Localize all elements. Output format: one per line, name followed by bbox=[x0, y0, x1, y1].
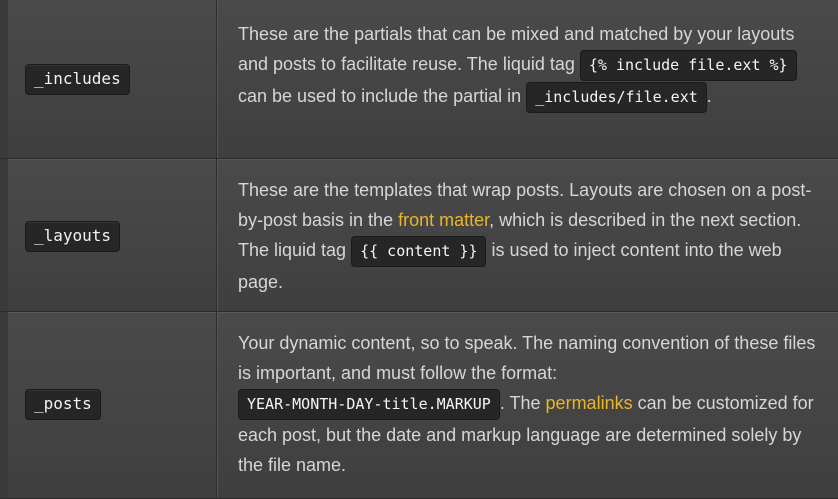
description-text: Your dynamic content, so to speak. The n… bbox=[238, 333, 816, 383]
permalinks-link[interactable]: permalinks bbox=[546, 393, 633, 413]
row-edge bbox=[0, 0, 8, 158]
row-edge bbox=[0, 159, 8, 311]
directory-name: _includes bbox=[25, 64, 130, 95]
directory-name: _layouts bbox=[25, 221, 121, 252]
table-row: _layouts These are the templates that wr… bbox=[0, 159, 838, 312]
inline-code: {{ content }} bbox=[351, 235, 487, 267]
inline-code: {% include file.ext %} bbox=[579, 49, 797, 81]
description-cell: These are the templates that wrap posts.… bbox=[238, 175, 823, 297]
directory-table: _includes These are the partials that ca… bbox=[0, 0, 838, 499]
row-edge bbox=[0, 312, 8, 498]
table-row: _posts Your dynamic content, so to speak… bbox=[0, 312, 838, 499]
description-text: . The bbox=[499, 393, 546, 413]
front-matter-link[interactable]: front matter bbox=[398, 210, 489, 230]
directory-cell: _includes bbox=[8, 0, 217, 158]
directory-cell: _posts bbox=[8, 312, 217, 498]
description-text: . bbox=[706, 85, 712, 106]
inline-code: YEAR-MONTH-DAY-title.MARKUP bbox=[238, 388, 500, 420]
description-text: can be used to include the partial in bbox=[238, 85, 527, 106]
description-cell: These are the partials that can be mixed… bbox=[238, 19, 823, 113]
directory-name: _posts bbox=[25, 389, 101, 420]
description-cell: Your dynamic content, so to speak. The n… bbox=[238, 328, 823, 480]
directory-cell: _layouts bbox=[8, 159, 217, 311]
inline-code: _includes/file.ext bbox=[526, 81, 707, 113]
table-row: _includes These are the partials that ca… bbox=[0, 0, 838, 159]
